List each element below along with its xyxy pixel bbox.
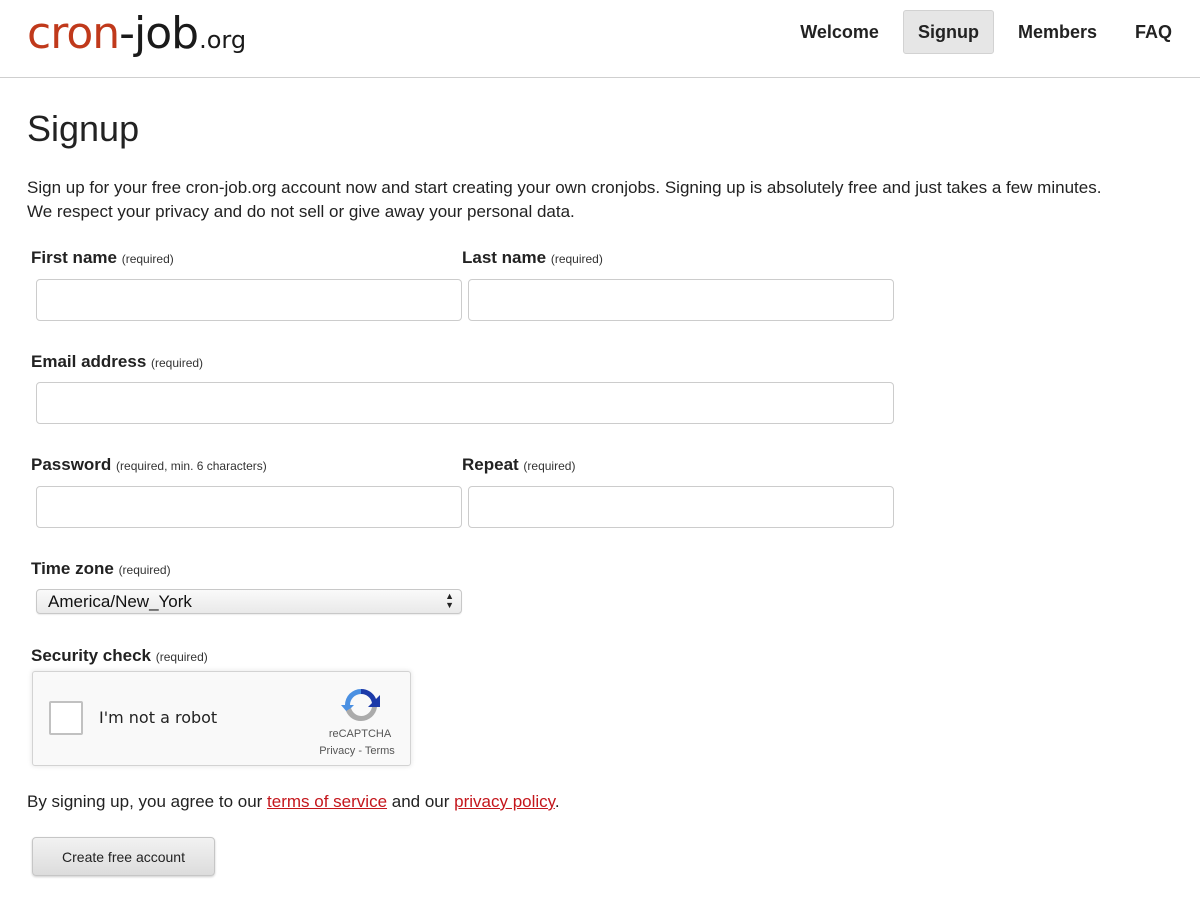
logo-tld: .org xyxy=(199,26,247,54)
email-input[interactable] xyxy=(36,382,894,424)
repeat-label: Repeat (required) xyxy=(462,455,576,474)
timezone-value: America/New_York xyxy=(48,592,192,611)
recaptcha-label: I'm not a robot xyxy=(99,708,218,727)
nav-members[interactable]: Members xyxy=(1004,10,1111,54)
email-label: Email address (required) xyxy=(31,352,204,371)
repeat-password-input[interactable] xyxy=(468,486,894,528)
terms-of-service-link[interactable]: terms of service xyxy=(267,792,387,811)
recaptcha-checkbox[interactable] xyxy=(49,701,83,735)
nav-signup[interactable]: Signup xyxy=(902,10,994,54)
password-label: Password (required, min. 6 characters) xyxy=(31,455,267,474)
select-arrows-icon: ▲ ▼ xyxy=(445,591,454,610)
last-name-input[interactable] xyxy=(468,279,894,321)
timezone-select[interactable]: America/New_York ▲ ▼ xyxy=(36,589,462,614)
logo-job: -job xyxy=(119,8,199,59)
security-label: Security check (required) xyxy=(31,646,208,665)
recaptcha-logo-icon xyxy=(341,688,380,722)
recaptcha-links: Privacy - Terms xyxy=(319,745,395,757)
last-name-label: Last name (required) xyxy=(462,248,603,267)
intro-line-1: Sign up for your free cron-job.org accou… xyxy=(27,178,1102,197)
main-nav: Welcome Signup Members FAQ xyxy=(776,10,1186,54)
recaptcha-privacy-link[interactable]: Privacy xyxy=(319,745,355,757)
timezone-label: Time zone (required) xyxy=(31,559,171,578)
recaptcha-widget: I'm not a robot reCAPTCHA Privacy - Term… xyxy=(32,671,411,766)
agreement-text: By signing up, you agree to our terms of… xyxy=(27,792,560,811)
intro-text: Sign up for your free cron-job.org accou… xyxy=(27,176,1187,224)
site-header: cron -job .org Welcome Signup Members FA… xyxy=(0,0,1200,78)
recaptcha-brand: reCAPTCHA xyxy=(328,728,392,740)
nav-welcome[interactable]: Welcome xyxy=(786,10,893,54)
nav-faq[interactable]: FAQ xyxy=(1121,10,1186,54)
logo-cron: cron xyxy=(27,8,120,59)
first-name-input[interactable] xyxy=(36,279,462,321)
first-name-label: First name (required) xyxy=(31,248,174,267)
recaptcha-terms-link[interactable]: Terms xyxy=(365,745,395,757)
password-input[interactable] xyxy=(36,486,462,528)
create-account-button[interactable]: Create free account xyxy=(32,837,215,876)
page-title: Signup xyxy=(27,108,140,149)
intro-line-2: We respect your privacy and do not sell … xyxy=(27,202,575,221)
site-logo[interactable]: cron -job .org xyxy=(27,4,246,64)
clock-icon: o xyxy=(66,8,93,59)
privacy-policy-link[interactable]: privacy policy xyxy=(454,792,555,811)
